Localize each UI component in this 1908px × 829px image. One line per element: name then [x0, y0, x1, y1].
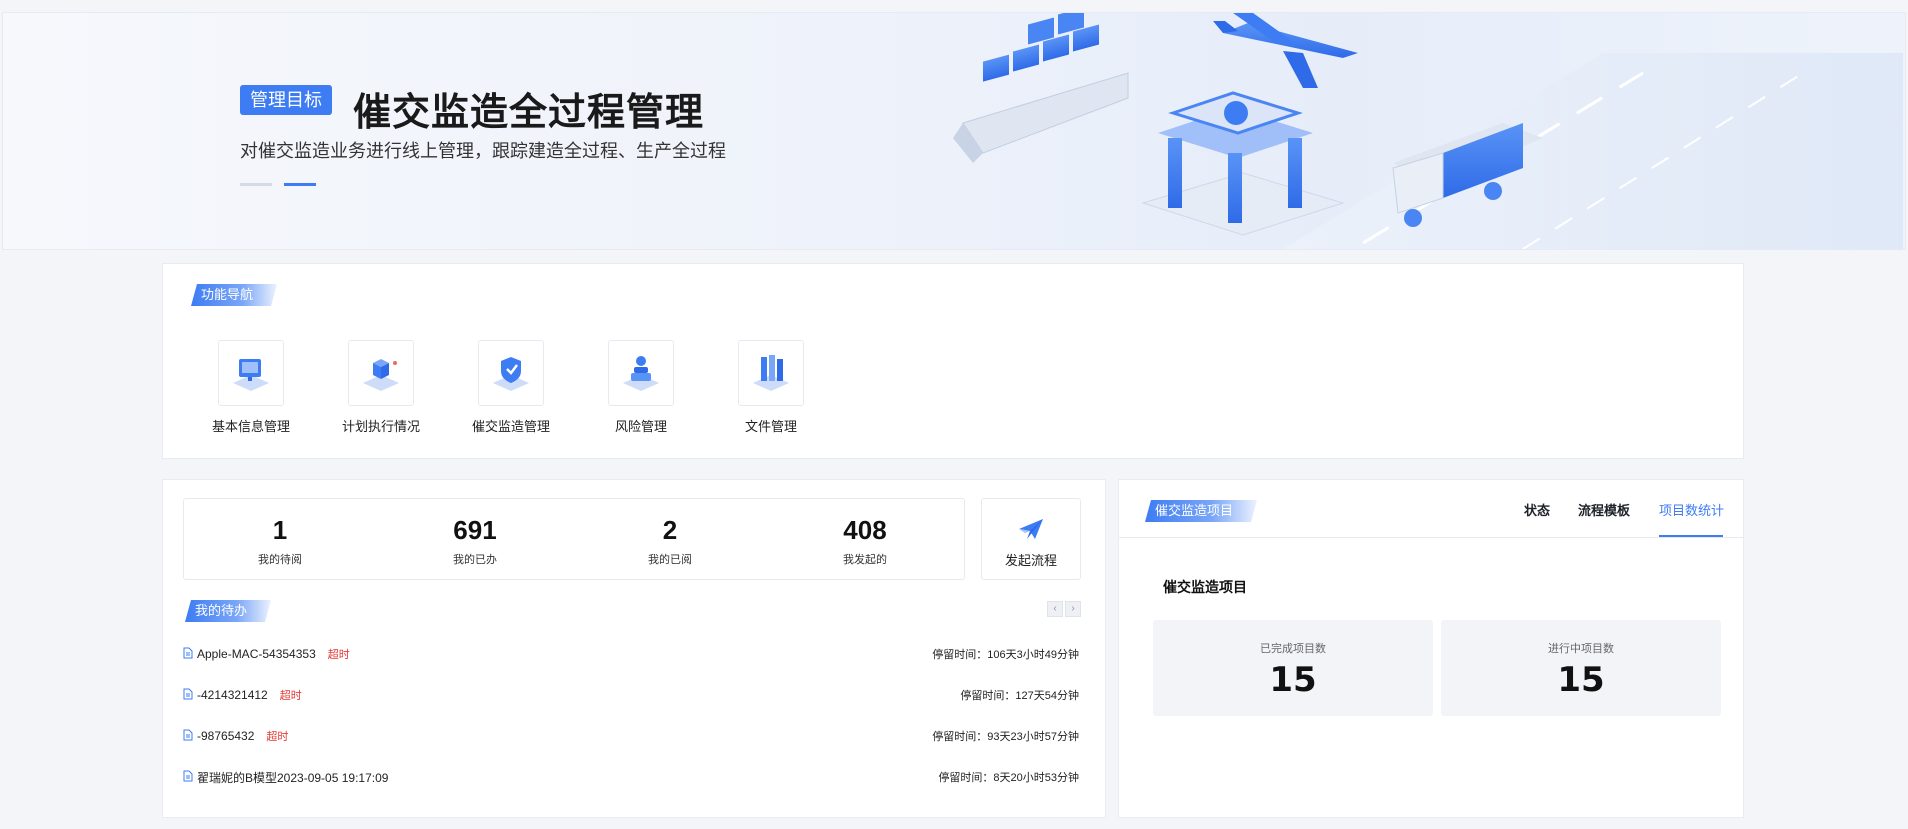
overdue-badge: 超时 [266, 731, 289, 743]
banner-indicator-1[interactable] [240, 183, 272, 186]
nav-item-file-management[interactable]: 文件管理 [711, 340, 831, 435]
launch-process-button[interactable]: 发起流程 [981, 498, 1081, 580]
nav-item-risk-management[interactable]: 风险管理 [581, 340, 701, 435]
stats-box: 1 我的待阅 691 我的已办 2 我的已阅 408 我发起的 [183, 498, 965, 580]
stat-initiated[interactable]: 408 我发起的 [805, 515, 925, 567]
nav-item-label: 催交监造管理 [471, 419, 550, 434]
todo-row[interactable]: Apple-MAC-54354353 超时 停留时间：106天3小时49分钟 [183, 644, 1079, 664]
banner-title: 催交监造全过程管理 [353, 92, 705, 134]
todo-title: 翟瑞妮的B模型2023-09-05 19:17:09 [197, 771, 389, 785]
prev-page-button[interactable]: ‹ [1047, 601, 1063, 617]
todo-name[interactable]: Apple-MAC-54354353 超时 [197, 646, 350, 662]
stat-label: 我的已阅 [648, 554, 692, 566]
airplane-icon [1213, 13, 1358, 88]
todo-row[interactable]: -98765432 超时 停留时间：93天23小时57分钟 [183, 726, 1079, 746]
document-icon [183, 770, 193, 782]
todo-name[interactable]: 翟瑞妮的B模型2023-09-05 19:17:09 [197, 769, 388, 786]
stat-label: 我的待阅 [258, 554, 302, 566]
tab-process-template[interactable]: 流程模板 [1578, 500, 1630, 519]
stat-value: 691 [453, 515, 497, 545]
nav-item-label: 计划执行情况 [341, 419, 420, 434]
todo-row[interactable]: -4214321412 超时 停留时间：127天54分钟 [183, 685, 1079, 705]
stat-value: 1 [272, 515, 288, 545]
todo-stay-time: 停留时间：106天3小时49分钟 [932, 649, 1079, 661]
paper-plane-icon [1019, 519, 1043, 539]
ship-icon [953, 13, 1129, 163]
document-icon [183, 647, 193, 659]
cube-icon [348, 340, 414, 406]
todo-section-title: 我的待办 [185, 600, 271, 622]
monitor-icon [218, 340, 284, 406]
todo-title: -4214321412 [197, 688, 268, 702]
todo-title: -98765432 [197, 729, 255, 743]
launch-process-label: 发起流程 [1004, 553, 1057, 568]
hero-banner: 管理目标 催交监造全过程管理 对催交监造业务进行线上管理，跟踪建造全过程、生产全… [2, 12, 1906, 250]
todo-stay-time: 停留时间：127天54分钟 [960, 690, 1079, 702]
banner-indicator-2[interactable] [284, 183, 316, 186]
stat-label: 我发起的 [843, 554, 887, 566]
inprogress-projects-label: 进行中项目数 [1548, 643, 1614, 655]
nav-item-basic-info[interactable]: 基本信息管理 [191, 340, 311, 435]
overdue-badge: 超时 [327, 649, 350, 661]
banner-tag: 管理目标 [240, 85, 332, 115]
tab-project-stats[interactable]: 项目数统计 [1659, 500, 1724, 519]
risk-icon [608, 340, 674, 406]
files-icon [738, 340, 804, 406]
tab-divider [1119, 537, 1743, 538]
stat-done[interactable]: 691 我的已办 [415, 515, 535, 567]
stat-value: 408 [843, 515, 887, 545]
banner-subtitle: 对催交监造业务进行线上管理，跟踪建造全过程、生产全过程 [240, 141, 726, 161]
stat-label: 我的已办 [453, 554, 497, 566]
nav-item-label: 基本信息管理 [211, 419, 290, 434]
completed-projects-card: 已完成项目数 15 [1153, 620, 1433, 716]
document-icon [183, 729, 193, 741]
tab-status[interactable]: 状态 [1524, 500, 1550, 519]
todo-name[interactable]: -98765432 超时 [197, 728, 288, 744]
overdue-badge: 超时 [279, 690, 302, 702]
nav-item-label: 风险管理 [614, 419, 667, 434]
project-section-title: 催交监造项目 [1145, 500, 1257, 522]
todo-title: Apple-MAC-54354353 [197, 647, 316, 661]
my-work-panel: 1 我的待阅 691 我的已办 2 我的已阅 408 我发起的 发起流程 我的待… [162, 479, 1106, 818]
completed-projects-value: 15 [1269, 660, 1317, 700]
todo-stay-time: 停留时间：93天23小时57分钟 [932, 731, 1079, 743]
project-panel: 催交监造项目 状态 流程模板 项目数统计 催交监造项目 已完成项目数 15 进行… [1118, 479, 1744, 818]
todo-name[interactable]: -4214321412 超时 [197, 687, 302, 703]
inprogress-projects-card: 进行中项目数 15 [1441, 620, 1721, 716]
completed-projects-label: 已完成项目数 [1260, 643, 1326, 655]
todo-row[interactable]: 翟瑞妮的B模型2023-09-05 19:17:09 停留时间：8天20小时53… [183, 767, 1079, 787]
nav-item-expedite-supervision[interactable]: 催交监造管理 [451, 340, 571, 435]
shield-icon [478, 340, 544, 406]
platform-icon [1141, 91, 1345, 236]
stat-value: 2 [662, 515, 678, 545]
todo-stay-time: 停留时间：8天20小时53分钟 [938, 772, 1079, 784]
stat-to-read[interactable]: 1 我的待阅 [220, 515, 340, 567]
inprogress-projects-value: 15 [1557, 660, 1605, 700]
nav-section-title: 功能导航 [191, 284, 277, 306]
next-page-button[interactable]: › [1065, 601, 1081, 617]
project-stats-title: 催交监造项目 [1163, 579, 1247, 595]
nav-item-label: 文件管理 [744, 419, 797, 434]
function-nav-card: 功能导航 基本信息管理 计划执行情况 催交监造管理 风险管理 文件管理 [162, 263, 1744, 459]
stat-read[interactable]: 2 我的已阅 [610, 515, 730, 567]
logistics-illustration [953, 13, 1903, 249]
document-icon [183, 688, 193, 700]
nav-item-plan-execution[interactable]: 计划执行情况 [321, 340, 441, 435]
